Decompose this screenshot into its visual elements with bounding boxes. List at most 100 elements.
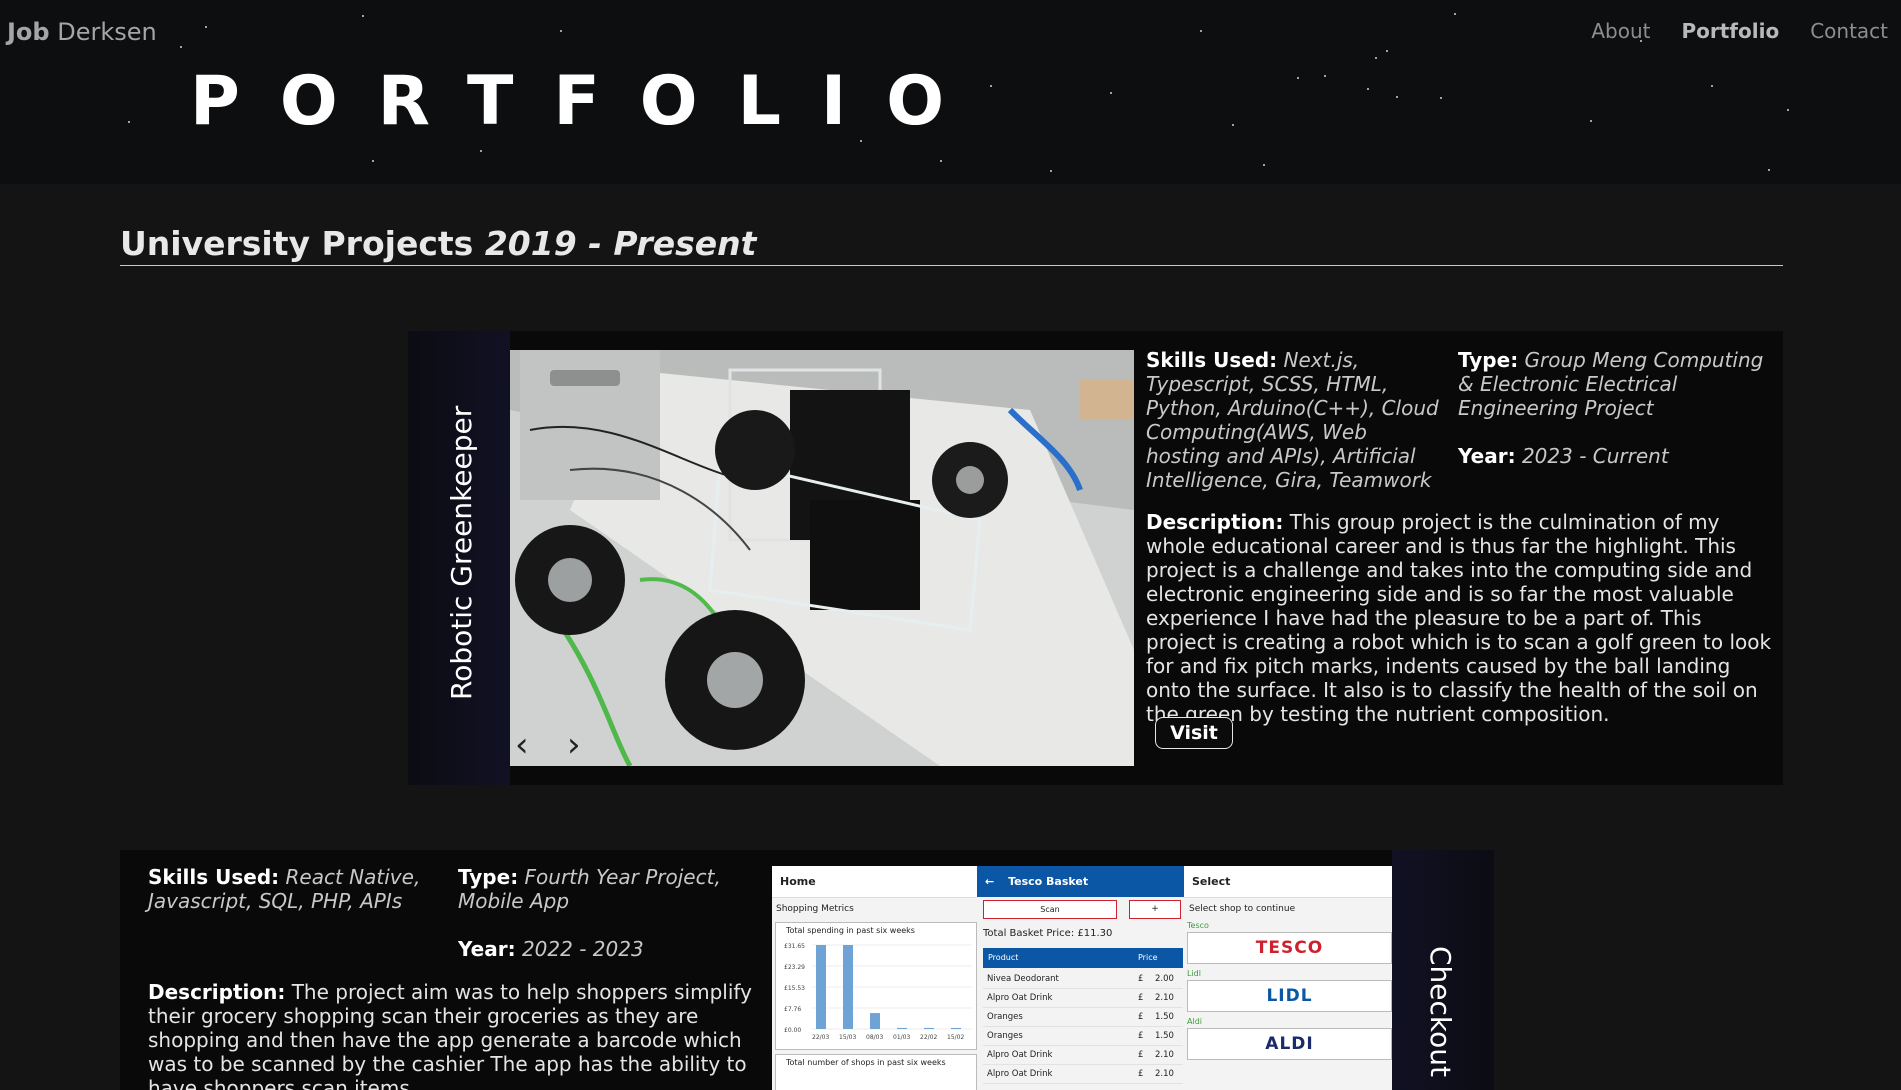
shops-chart: Total number of shops in past six weeks [775,1054,977,1090]
spending-bar [870,1013,880,1029]
project-name: Checkout [1424,946,1457,1077]
nav-portfolio[interactable]: Portfolio [1681,19,1779,43]
star [1367,88,1369,90]
project-name: Robotic Greenkeeper [445,405,478,700]
shop-list: Tesco TESCO Lidl LIDL Aldi ALDI [1187,920,1392,1064]
skills-label: Skills Used: [148,865,280,889]
shop-logo-tesco: TESCO [1255,938,1324,958]
project-year: Year: 2022 - 2023 [458,937,778,961]
project-year: Year: 2023 - Current [1458,444,1778,468]
shopping-metrics-label: Shopping Metrics [776,904,854,914]
x-tick-label: 15/02 [947,1034,964,1041]
spending-bars: £31.65 £23.29 £15.53 £7.76 £0.00 22/03 15/03 08… [784,943,972,1041]
shop-label: Tesco [1187,921,1209,930]
star [205,26,207,28]
spending-bar [843,945,853,1029]
type-label: Type: [458,865,519,889]
project-image-carousel[interactable]: ‹ › [510,350,1134,766]
year-label: Year: [458,937,516,961]
brand-last-name: Derksen [57,18,157,46]
basket-price: 1.50 [1155,1031,1174,1041]
section-divider [120,265,1783,266]
shop-label: Lidl [1187,969,1201,978]
star [940,160,942,162]
visit-button[interactable]: Visit [1155,717,1233,749]
shop-option[interactable]: ALDI [1187,1028,1392,1060]
project-description: Description: The project aim was to help… [148,980,763,1090]
basket-row[interactable]: Alpro Oat Drink £2.10 [983,1065,1183,1084]
basket-product: Alpro Oat Drink [987,1069,1053,1079]
star [1440,97,1442,99]
star [990,85,992,87]
shops-chart-title: Total number of shops in past six weeks [786,1058,946,1067]
basket-header: ← Tesco Basket [977,866,1184,897]
shop-option[interactable]: LIDL [1187,980,1392,1012]
app-screenshots[interactable]: Home Shopping Metrics Total spending in … [772,866,1392,1090]
basket-table-body: Nivea Deodorant £2.00 Alpro Oat Drink £2.10… [983,970,1183,1084]
basket-row[interactable]: Alpro Oat Drink £2.10 [983,989,1183,1008]
nav-about[interactable]: About [1591,19,1650,43]
basket-currency: £ [1138,974,1144,984]
star [1200,30,1202,32]
star [1050,170,1052,172]
add-item-button[interactable]: + [1129,900,1181,919]
carousel-prev-button[interactable]: ‹ [515,728,529,762]
star [1110,92,1112,94]
spending-chart: Total spending in past six weeks £31.65 £… [775,922,977,1050]
project-type: Type: Group Meng Computing & Electronic … [1458,348,1778,420]
page-title: PORTFOLIO [190,62,985,141]
section-period: 2019 - Present [484,224,757,263]
select-prompt: Select shop to continue [1189,904,1296,914]
basket-row[interactable]: Oranges £1.50 [983,1027,1183,1046]
year-label: Year: [1458,444,1516,468]
project-name-panel: Checkout [1392,850,1494,1090]
y-tick-label: £0.00 [784,1027,801,1034]
x-tick-label: 08/03 [866,1034,883,1041]
basket-currency: £ [1138,993,1144,1003]
description-text: This group project is the culmination of… [1146,510,1772,726]
basket-title: Tesco Basket [1008,875,1089,888]
star [560,30,562,32]
x-tick-label: 22/03 [812,1034,829,1041]
project-skills: Skills Used: React Native, Javascript, S… [148,865,448,913]
site-logo[interactable]: Job Derksen [7,18,157,46]
project-skills: Skills Used: Next.js, Typescript, SCSS, … [1146,348,1446,492]
star [180,46,182,48]
project-card-robotic-greenkeeper: Robotic Greenkeeper ‹ › Skills Used: Nex… [408,331,1783,785]
star [1297,77,1299,79]
basket-currency: £ [1138,1050,1144,1060]
back-arrow-icon[interactable]: ← [985,875,994,888]
site-header: Job Derksen About Portfolio Contact PORT… [0,0,1901,184]
shop-option[interactable]: TESCO [1187,932,1392,964]
project-description: Description: This group project is the c… [1146,510,1773,726]
basket-row[interactable]: Nivea Deodorant £2.00 [983,970,1183,989]
shop-label: Aldi [1187,1017,1202,1026]
shop-logo-aldi: ALDI [1265,1034,1314,1054]
basket-product: Alpro Oat Drink [987,1050,1053,1060]
basket-row[interactable]: Oranges £1.50 [983,1008,1183,1027]
star [372,160,374,162]
scan-button[interactable]: Scan [983,900,1117,919]
x-tick-label: 01/03 [893,1034,910,1041]
project-name-panel: Robotic Greenkeeper [408,331,510,785]
project-type: Type: Fourth Year Project, Mobile App [458,865,778,913]
star [1787,109,1789,111]
col-price: Price [1138,953,1158,962]
home-screen: Home Shopping Metrics Total spending in … [772,866,977,1090]
carousel-next-button[interactable]: › [567,728,581,762]
basket-table-header: Product Price [983,948,1183,968]
nav-contact[interactable]: Contact [1810,19,1888,43]
col-product: Product [988,953,1019,962]
basket-currency: £ [1138,1031,1144,1041]
y-tick-label: £7.76 [784,1006,801,1013]
basket-currency: £ [1138,1012,1144,1022]
x-tick-label: 22/02 [920,1034,937,1041]
skills-label: Skills Used: [1146,348,1278,372]
type-label: Type: [1458,348,1519,372]
spending-bar [816,945,826,1029]
star [1768,169,1770,171]
y-tick-label: £15.53 [784,985,805,992]
spending-bar [897,1027,907,1029]
basket-row[interactable]: Alpro Oat Drink £2.10 [983,1046,1183,1065]
basket-price: 2.00 [1155,974,1174,984]
